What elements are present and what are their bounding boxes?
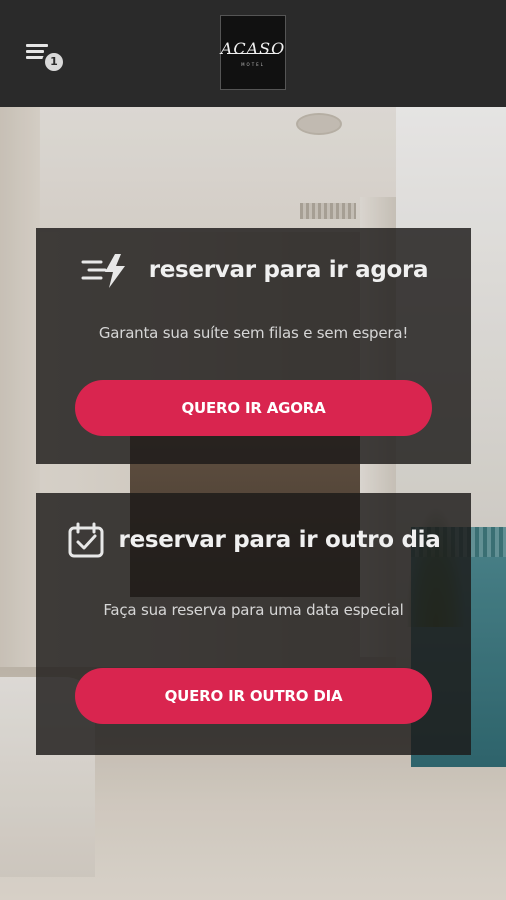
reserve-now-header: reservar para ir agora bbox=[36, 250, 471, 290]
quero-ir-outro-dia-button[interactable]: QUERO IR OUTRO DIA bbox=[75, 668, 432, 724]
reserve-now-title: reservar para ir agora bbox=[148, 257, 429, 283]
logo-subtext: MOTEL bbox=[241, 61, 265, 67]
app-screen: 1 ACASO MOTEL reservar para ir agora Gar… bbox=[0, 0, 506, 900]
reserve-later-title: reservar para ir outro dia bbox=[118, 527, 441, 553]
reserve-now-description: Garanta sua suíte sem filas e sem espera… bbox=[98, 324, 409, 342]
fast-lightning-icon bbox=[81, 254, 125, 288]
reserve-now-card: reservar para ir agora Garanta sua suíte… bbox=[36, 228, 471, 464]
menu-icon bbox=[26, 44, 48, 47]
reserve-later-card: reservar para ir outro dia Faça sua rese… bbox=[36, 493, 471, 755]
top-bar: 1 ACASO MOTEL bbox=[0, 0, 506, 107]
notification-badge: 1 bbox=[42, 50, 66, 74]
logo-text: ACASO bbox=[220, 38, 286, 58]
quero-ir-agora-button[interactable]: QUERO IR AGORA bbox=[75, 380, 432, 436]
menu-button[interactable]: 1 bbox=[22, 38, 70, 74]
calendar-check-icon bbox=[68, 522, 104, 558]
reserve-later-header: reservar para ir outro dia bbox=[36, 521, 471, 559]
reserve-later-description: Faça sua reserva para uma data especial bbox=[103, 601, 404, 619]
brand-logo: ACASO MOTEL bbox=[220, 15, 286, 90]
